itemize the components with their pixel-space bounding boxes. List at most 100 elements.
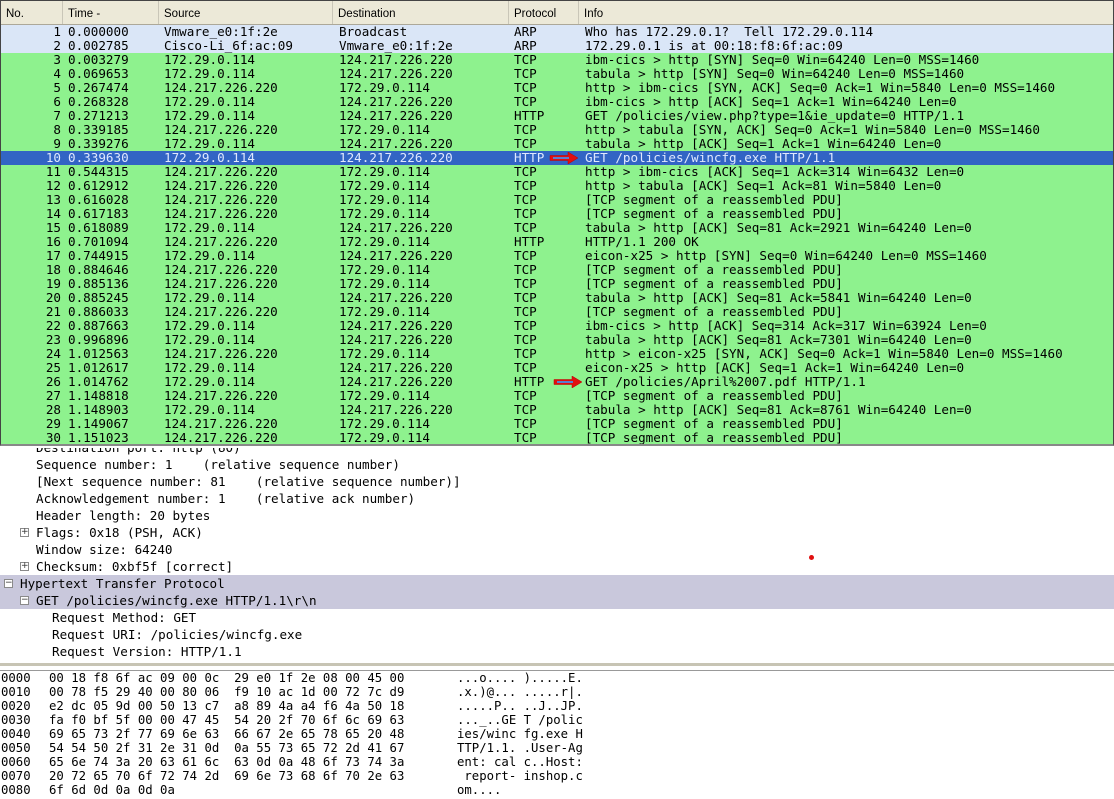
hex-bytes[interactable]: 6f 6d 0d 0a 0d 0a: [49, 783, 457, 797]
packet-bytes-pane[interactable]: 0000 00 18 f8 6f ac 09 00 0c 29 e0 1f 2e …: [0, 670, 1114, 799]
hex-ascii[interactable]: ent: cal c..Host:: [457, 755, 583, 769]
packet-details-pane[interactable]: Destination port: http (80)Sequence numb…: [0, 448, 1114, 666]
packet-list[interactable]: No. Time - Source Destination Protocol I…: [0, 0, 1114, 446]
hex-offset[interactable]: 0040: [0, 727, 49, 741]
hex-bytes[interactable]: 00 78 f5 29 40 00 80 06 f9 10 ac 1d 00 7…: [49, 685, 457, 699]
packet-number: 25: [45, 361, 61, 375]
packet-row[interactable]: 13 0.616028 124.217.226.220 172.29.0.114 TCP…: [1, 193, 1113, 207]
hex-ascii[interactable]: ies/winc fg.exe H: [457, 727, 583, 741]
expand-icon[interactable]: +: [20, 562, 29, 571]
packet-protocol: TCP: [514, 179, 537, 193]
packet-protocol: TCP: [514, 137, 537, 151]
packet-row[interactable]: 12 0.612912 124.217.226.220 172.29.0.114 TCP…: [1, 179, 1113, 193]
packet-row[interactable]: 4 0.069653 172.29.0.114 124.217.226.220 TCP t…: [1, 67, 1113, 81]
detail-line[interactable]: Destination port: http (80): [0, 448, 1114, 456]
packet-row[interactable]: 21 0.886033 124.217.226.220 172.29.0.114 TCP…: [1, 305, 1113, 319]
hex-bytes[interactable]: 54 54 50 2f 31 2e 31 0d 0a 55 73 65 72 2…: [49, 741, 457, 755]
hex-bytes[interactable]: 69 65 73 2f 77 69 6e 63 66 67 2e 65 78 6…: [49, 727, 457, 741]
packet-row[interactable]: 22 0.887663 172.29.0.114 124.217.226.220 TCP…: [1, 319, 1113, 333]
packet-time: 0.618089: [68, 221, 129, 235]
hex-offset[interactable]: 0050: [0, 741, 49, 755]
detail-line[interactable]: Acknowledgement number: 1 (relative ack …: [0, 490, 1114, 507]
hex-offset[interactable]: 0070: [0, 769, 49, 783]
packet-row[interactable]: 2 0.002785 Cisco-Li_6f:ac:09 Vmware_e0:1f:2…: [1, 39, 1113, 53]
packet-destination: Broadcast: [339, 25, 408, 39]
column-no[interactable]: No.: [1, 1, 63, 24]
packet-destination: 172.29.0.114: [339, 347, 430, 361]
detail-line[interactable]: Request URI: /policies/wincfg.exe: [0, 626, 1114, 643]
packet-number: 21: [45, 305, 61, 319]
packet-row[interactable]: 7 0.271213 172.29.0.114 124.217.226.220 HTTP…: [1, 109, 1113, 123]
hex-bytes[interactable]: e2 dc 05 9d 00 50 13 c7 a8 89 4a a4 f6 4…: [49, 699, 457, 713]
packet-row[interactable]: 29 1.149067 124.217.226.220 172.29.0.114 TCP…: [1, 417, 1113, 431]
collapse-icon[interactable]: −: [20, 596, 29, 605]
hex-ascii[interactable]: om....: [457, 783, 501, 797]
packet-time: 0.744915: [68, 249, 129, 263]
hex-ascii[interactable]: ..._..GE T /polic: [457, 713, 583, 727]
hex-offset[interactable]: 0030: [0, 713, 49, 727]
packet-row[interactable]: 16 0.701094 124.217.226.220 172.29.0.114 HTT…: [1, 235, 1113, 249]
column-destination[interactable]: Destination: [333, 1, 509, 24]
column-info[interactable]: Info: [579, 1, 1113, 24]
packet-row[interactable]: 28 1.148903 172.29.0.114 124.217.226.220 TCP…: [1, 403, 1113, 417]
packet-row[interactable]: 23 0.996896 172.29.0.114 124.217.226.220 TCP…: [1, 333, 1113, 347]
hex-offset[interactable]: 0080: [0, 783, 49, 797]
hex-offset[interactable]: 0060: [0, 755, 49, 769]
detail-line[interactable]: Header length: 20 bytes: [0, 507, 1114, 524]
packet-source: 124.217.226.220: [164, 207, 278, 221]
hex-offset[interactable]: 0020: [0, 699, 49, 713]
packet-info: ibm-cics > http [ACK] Seq=314 Ack=317 Wi…: [585, 319, 987, 333]
packet-protocol: TCP: [514, 319, 537, 333]
packet-row[interactable]: 18 0.884646 124.217.226.220 172.29.0.114 TCP…: [1, 263, 1113, 277]
packet-row[interactable]: 3 0.003279 172.29.0.114 124.217.226.220 TCP i…: [1, 53, 1113, 67]
detail-line[interactable]: Sequence number: 1 (relative sequence nu…: [0, 456, 1114, 473]
packet-row[interactable]: 6 0.268328 172.29.0.114 124.217.226.220 TCP i…: [1, 95, 1113, 109]
packet-row[interactable]: 25 1.012617 172.29.0.114 124.217.226.220 TCP…: [1, 361, 1113, 375]
hex-bytes[interactable]: 00 18 f8 6f ac 09 00 0c 29 e0 1f 2e 08 0…: [49, 671, 457, 685]
expand-icon[interactable]: +: [20, 528, 29, 537]
hex-ascii[interactable]: TTP/1.1. .User-Ag: [457, 741, 583, 755]
packet-row[interactable]: 30 1.151023 124.217.226.220 172.29.0.114 TCP…: [1, 431, 1113, 444]
detail-text: Request URI: /policies/wincfg.exe: [52, 627, 303, 642]
hex-ascii[interactable]: ...o.... ).....E.: [457, 671, 583, 685]
hex-offset[interactable]: 0010: [0, 685, 49, 699]
packet-protocol: TCP: [514, 193, 537, 207]
detail-line[interactable]: [Next sequence number: 81 (relative sequ…: [0, 473, 1114, 490]
detail-line[interactable]: − Hypertext Transfer Protocol: [0, 575, 1114, 592]
column-time[interactable]: Time -: [63, 1, 159, 24]
detail-line[interactable]: − GET /policies/wincfg.exe HTTP/1.1\r\n: [0, 592, 1114, 609]
detail-line[interactable]: + Checksum: 0xbf5f [correct]: [0, 558, 1114, 575]
packet-row[interactable]: 10 0.339630 172.29.0.114 124.217.226.220 HTT…: [1, 151, 1113, 165]
packet-row[interactable]: 8 0.339185 124.217.226.220 172.29.0.114 TCP h…: [1, 123, 1113, 137]
hex-bytes[interactable]: 20 72 65 70 6f 72 74 2d 69 6e 73 68 6f 7…: [49, 769, 457, 783]
hex-bytes[interactable]: 65 6e 74 3a 20 63 61 6c 63 0d 0a 48 6f 7…: [49, 755, 457, 769]
hex-ascii[interactable]: report- inshop.c: [457, 769, 582, 783]
packet-row[interactable]: 19 0.885136 124.217.226.220 172.29.0.114 TCP…: [1, 277, 1113, 291]
packet-row[interactable]: 9 0.339276 172.29.0.114 124.217.226.220 TCP t…: [1, 137, 1113, 151]
hex-ascii[interactable]: .....P.. ..J..JP.: [457, 699, 583, 713]
packet-number: 16: [45, 235, 61, 249]
packet-row[interactable]: 11 0.544315 124.217.226.220 172.29.0.114 TCP…: [1, 165, 1113, 179]
packet-row[interactable]: 27 1.148818 124.217.226.220 172.29.0.114 TCP…: [1, 389, 1113, 403]
detail-line[interactable]: Request Method: GET: [0, 609, 1114, 626]
packet-source: 172.29.0.114: [164, 151, 255, 165]
packet-row[interactable]: 5 0.267474 124.217.226.220 172.29.0.114 TCP h…: [1, 81, 1113, 95]
hex-ascii[interactable]: .x.)@... .....r|.: [457, 685, 583, 699]
detail-line[interactable]: + Flags: 0x18 (PSH, ACK): [0, 524, 1114, 541]
column-protocol[interactable]: Protocol: [509, 1, 579, 24]
packet-source: 124.217.226.220: [164, 165, 278, 179]
packet-row[interactable]: 15 0.618089 172.29.0.114 124.217.226.220 TCP…: [1, 221, 1113, 235]
packet-row[interactable]: 17 0.744915 172.29.0.114 124.217.226.220 TCP…: [1, 249, 1113, 263]
packet-row[interactable]: 1 0.000000 Vmware_e0:1f:2e Broadcast ARP Who …: [1, 25, 1113, 39]
collapse-icon[interactable]: −: [4, 579, 13, 588]
packet-row[interactable]: 26 1.014762 172.29.0.114 124.217.226.220 HTT…: [1, 375, 1113, 389]
packet-row[interactable]: 14 0.617183 124.217.226.220 172.29.0.114 TCP…: [1, 207, 1113, 221]
packet-row[interactable]: 20 0.885245 172.29.0.114 124.217.226.220 TCP…: [1, 291, 1113, 305]
column-source[interactable]: Source: [159, 1, 333, 24]
packet-row[interactable]: 24 1.012563 124.217.226.220 172.29.0.114 TCP…: [1, 347, 1113, 361]
detail-line[interactable]: Window size: 64240: [0, 541, 1114, 558]
hex-offset[interactable]: 0000: [0, 671, 49, 685]
detail-line[interactable]: Request Version: HTTP/1.1: [0, 643, 1114, 660]
packet-time: 0.885245: [68, 291, 129, 305]
hex-bytes[interactable]: fa f0 bf 5f 00 00 47 45 54 20 2f 70 6f 6…: [49, 713, 457, 727]
